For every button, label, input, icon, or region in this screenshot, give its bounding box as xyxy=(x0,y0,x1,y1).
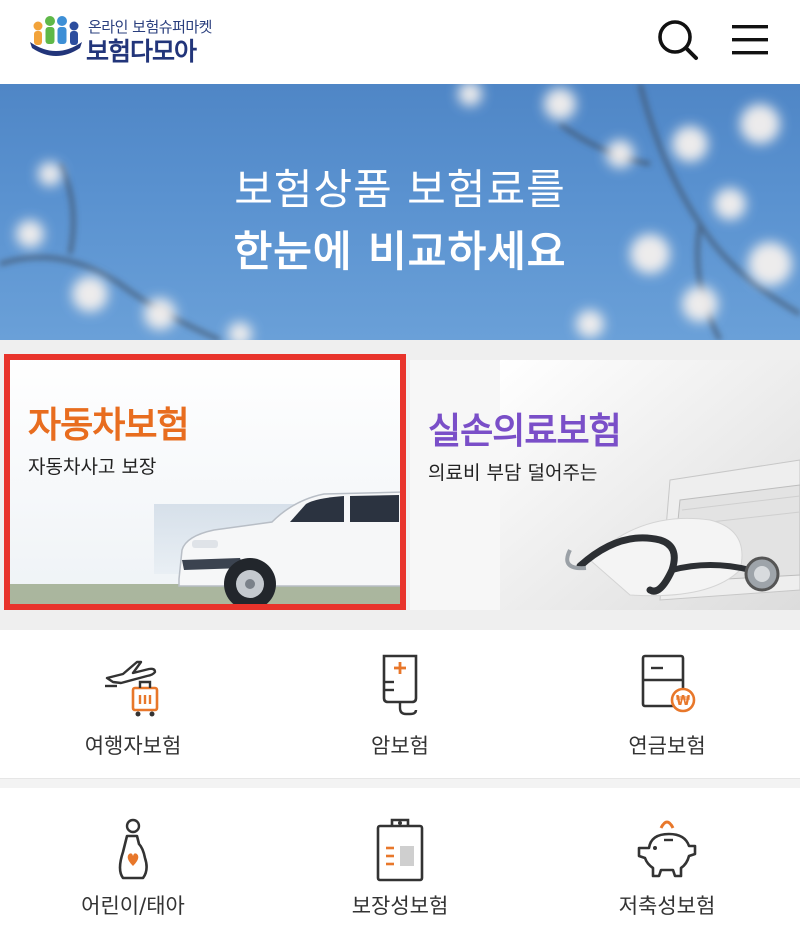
piggy-bank-icon xyxy=(637,820,697,878)
logo-people-icon xyxy=(30,16,82,56)
pregnant-heart-icon xyxy=(118,818,148,880)
pension-insurance-label: 연금보험 xyxy=(628,734,706,758)
car-insurance-title: 자동차보험 xyxy=(28,405,190,446)
car-insurance-desc: 자동차사고 보장 xyxy=(28,456,157,478)
car-insurance-card[interactable]: 자동차보험 자동차사고 보장 xyxy=(4,354,406,610)
logo-name: 보험다모아 xyxy=(86,37,197,66)
category-row: 여행자보험 암보험 ₩ 연금보험 xyxy=(0,630,800,778)
search-button[interactable] xyxy=(652,14,704,66)
clipboard-icon xyxy=(376,818,424,882)
top-header: 온라인 보험슈퍼마켓 보험다모아 xyxy=(0,0,800,84)
row-divider xyxy=(0,778,800,788)
pension-insurance-item[interactable]: ₩ 연금보험 xyxy=(534,630,800,778)
hero-headline-line1: 보험상품 보험료를 xyxy=(234,165,566,214)
travel-insurance-item[interactable]: 여행자보험 xyxy=(0,630,266,778)
child-insurance-label: 어린이/태아 xyxy=(81,894,185,918)
medical-insurance-desc: 의료비 부담 덜어주는 xyxy=(428,462,598,484)
feature-cards: 자동차보험 자동차사고 보장 실손의료보험 의료비 부담 덜어주는 xyxy=(0,340,800,630)
svg-text:₩: ₩ xyxy=(676,694,691,709)
savings-insurance-item[interactable]: 저축성보험 xyxy=(534,788,800,926)
savings-insurance-label: 저축성보험 xyxy=(618,894,716,918)
stethoscope-image xyxy=(410,360,800,610)
medical-insurance-title: 실손의료보험 xyxy=(428,411,622,452)
hero-banner: 보험상품 보험료를 한눈에 비교하세요 xyxy=(0,84,800,340)
menu-button[interactable] xyxy=(724,14,776,66)
hero-headline-line2: 한눈에 비교하세요 xyxy=(233,227,567,276)
iv-bag-icon xyxy=(382,654,418,716)
protection-insurance-item[interactable]: 보장성보험 xyxy=(267,788,533,926)
airplane-luggage-icon xyxy=(105,660,159,717)
hamburger-menu-icon xyxy=(732,25,768,55)
document-won-icon: ₩ xyxy=(641,654,696,713)
car-image xyxy=(10,360,400,604)
category-row: 어린이/태아 보장성보험 저축성보험 xyxy=(0,788,800,926)
cancer-insurance-label: 암보험 xyxy=(371,734,429,758)
page: 온라인 보험슈퍼마켓 보험다모아 보험상품 보험료를 한눈에 비교하세요 자동차… xyxy=(0,0,800,926)
medical-insurance-card[interactable]: 실손의료보험 의료비 부담 덜어주는 xyxy=(410,360,800,610)
insurance-category-grid: 여행자보험 암보험 ₩ 연금보험 어린이/태아 보장성보험 저축성보험 xyxy=(0,630,800,926)
protection-insurance-label: 보장성보험 xyxy=(351,894,449,918)
cancer-insurance-item[interactable]: 암보험 xyxy=(267,630,533,778)
travel-insurance-label: 여행자보험 xyxy=(84,734,182,758)
child-insurance-item[interactable]: 어린이/태아 xyxy=(0,788,266,926)
logo-link[interactable]: 온라인 보험슈퍼마켓 보험다모아 xyxy=(28,12,218,66)
search-icon xyxy=(658,20,698,60)
